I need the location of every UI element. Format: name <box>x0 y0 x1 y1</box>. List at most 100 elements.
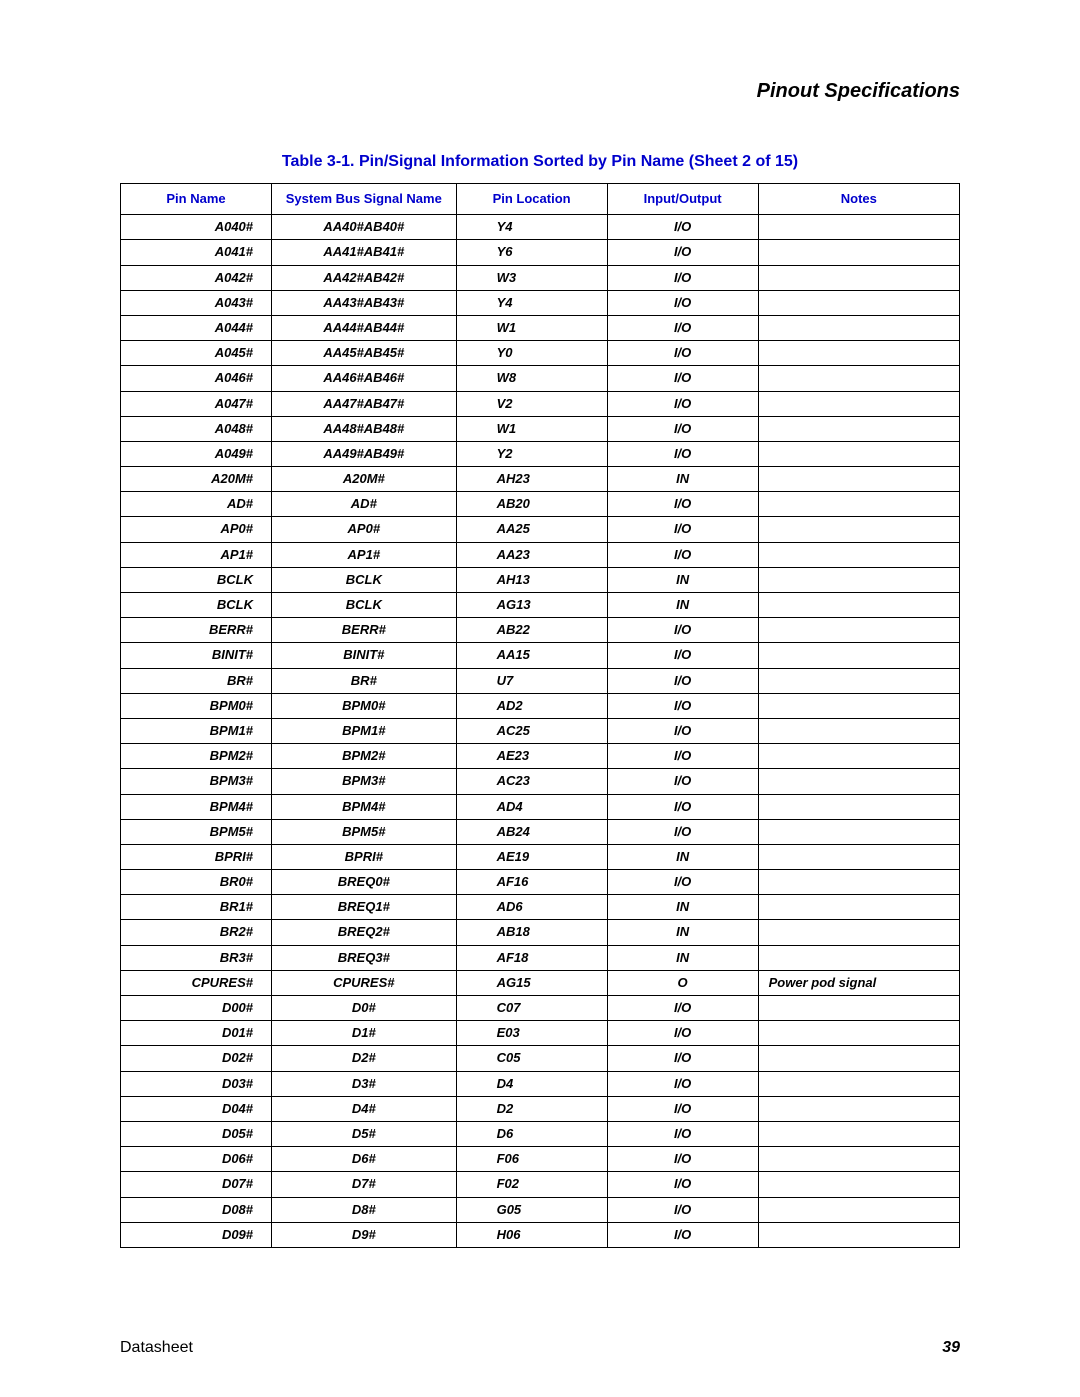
cell-signal: AA43#AB43# <box>272 290 457 315</box>
cell-pin-name: BPRI# <box>121 844 272 869</box>
page-footer: Datasheet 39 <box>120 1339 960 1357</box>
table-row: D07#D7#F02I/O <box>121 1172 960 1197</box>
cell-signal: BPM0# <box>272 693 457 718</box>
cell-signal: BINIT# <box>272 643 457 668</box>
cell-notes <box>758 744 959 769</box>
cell-location: D2 <box>456 1096 607 1121</box>
cell-notes <box>758 693 959 718</box>
cell-io: I/O <box>607 315 758 340</box>
cell-io: I/O <box>607 668 758 693</box>
cell-pin-name: A20M# <box>121 467 272 492</box>
cell-notes <box>758 542 959 567</box>
table-row: D01#D1#E03I/O <box>121 1021 960 1046</box>
cell-pin-name: AP1# <box>121 542 272 567</box>
cell-io: I/O <box>607 290 758 315</box>
cell-notes <box>758 1172 959 1197</box>
cell-location: AA23 <box>456 542 607 567</box>
cell-pin-name: A040# <box>121 215 272 240</box>
cell-io: IN <box>607 467 758 492</box>
cell-io: I/O <box>607 416 758 441</box>
table-row: BPM4#BPM4#AD4I/O <box>121 794 960 819</box>
cell-io: IN <box>607 945 758 970</box>
cell-notes <box>758 618 959 643</box>
cell-location: H06 <box>456 1222 607 1247</box>
cell-io: IN <box>607 567 758 592</box>
table-caption: Table 3-1. Pin/Signal Information Sorted… <box>120 153 960 171</box>
table-row: BCLKBCLKAH13IN <box>121 567 960 592</box>
cell-signal: AA44#AB44# <box>272 315 457 340</box>
cell-io: I/O <box>607 1121 758 1146</box>
cell-io: I/O <box>607 492 758 517</box>
cell-io: I/O <box>607 542 758 567</box>
table-row: A048#AA48#AB48#W1I/O <box>121 416 960 441</box>
footer-page-number: 39 <box>942 1339 960 1357</box>
cell-notes <box>758 391 959 416</box>
table-row: BPRI#BPRI#AE19IN <box>121 844 960 869</box>
cell-notes <box>758 1197 959 1222</box>
table-row: BCLKBCLKAG13IN <box>121 593 960 618</box>
cell-signal: AA41#AB41# <box>272 240 457 265</box>
cell-signal: BERR# <box>272 618 457 643</box>
cell-location: AE23 <box>456 744 607 769</box>
cell-signal: BREQ2# <box>272 920 457 945</box>
cell-location: D6 <box>456 1121 607 1146</box>
cell-io: I/O <box>607 1172 758 1197</box>
table-row: BR#BR#U7I/O <box>121 668 960 693</box>
cell-location: C05 <box>456 1046 607 1071</box>
cell-notes <box>758 1021 959 1046</box>
cell-location: AB24 <box>456 819 607 844</box>
table-row: D09#D9#H06I/O <box>121 1222 960 1247</box>
cell-signal: BPRI# <box>272 844 457 869</box>
cell-notes <box>758 1121 959 1146</box>
table-row: AP0#AP0#AA25I/O <box>121 517 960 542</box>
cell-signal: BREQ1# <box>272 895 457 920</box>
cell-pin-name: CPURES# <box>121 970 272 995</box>
table-row: A047#AA47#AB47#V2I/O <box>121 391 960 416</box>
cell-notes <box>758 643 959 668</box>
cell-notes <box>758 870 959 895</box>
cell-io: I/O <box>607 215 758 240</box>
cell-signal: AD# <box>272 492 457 517</box>
cell-pin-name: BR# <box>121 668 272 693</box>
cell-notes <box>758 819 959 844</box>
cell-location: AC23 <box>456 769 607 794</box>
cell-pin-name: AP0# <box>121 517 272 542</box>
table-row: A049#AA49#AB49#Y2I/O <box>121 441 960 466</box>
cell-location: W8 <box>456 366 607 391</box>
cell-io: I/O <box>607 441 758 466</box>
cell-pin-name: D06# <box>121 1147 272 1172</box>
cell-signal: D7# <box>272 1172 457 1197</box>
cell-location: AG15 <box>456 970 607 995</box>
table-row: A041#AA41#AB41#Y6I/O <box>121 240 960 265</box>
cell-pin-name: BPM5# <box>121 819 272 844</box>
table-row: D05#D5#D6I/O <box>121 1121 960 1146</box>
table-row: D04#D4#D2I/O <box>121 1096 960 1121</box>
cell-notes <box>758 467 959 492</box>
cell-io: I/O <box>607 643 758 668</box>
cell-pin-name: A044# <box>121 315 272 340</box>
cell-location: AB20 <box>456 492 607 517</box>
footer-left: Datasheet <box>120 1339 193 1357</box>
cell-signal: D6# <box>272 1147 457 1172</box>
cell-io: I/O <box>607 391 758 416</box>
table-row: BPM1#BPM1#AC25I/O <box>121 718 960 743</box>
cell-notes <box>758 265 959 290</box>
cell-pin-name: BR3# <box>121 945 272 970</box>
cell-io: I/O <box>607 718 758 743</box>
cell-signal: AP1# <box>272 542 457 567</box>
cell-pin-name: BPM4# <box>121 794 272 819</box>
cell-io: I/O <box>607 517 758 542</box>
cell-location: W1 <box>456 315 607 340</box>
cell-location: Y2 <box>456 441 607 466</box>
cell-notes <box>758 895 959 920</box>
table-row: AP1#AP1#AA23I/O <box>121 542 960 567</box>
cell-signal: AA40#AB40# <box>272 215 457 240</box>
table-row: A044#AA44#AB44#W1I/O <box>121 315 960 340</box>
th-pin-name: Pin Name <box>121 184 272 215</box>
cell-notes <box>758 366 959 391</box>
cell-notes <box>758 794 959 819</box>
section-title: Pinout Specifications <box>120 80 960 103</box>
cell-pin-name: A046# <box>121 366 272 391</box>
cell-notes <box>758 1222 959 1247</box>
cell-pin-name: A049# <box>121 441 272 466</box>
